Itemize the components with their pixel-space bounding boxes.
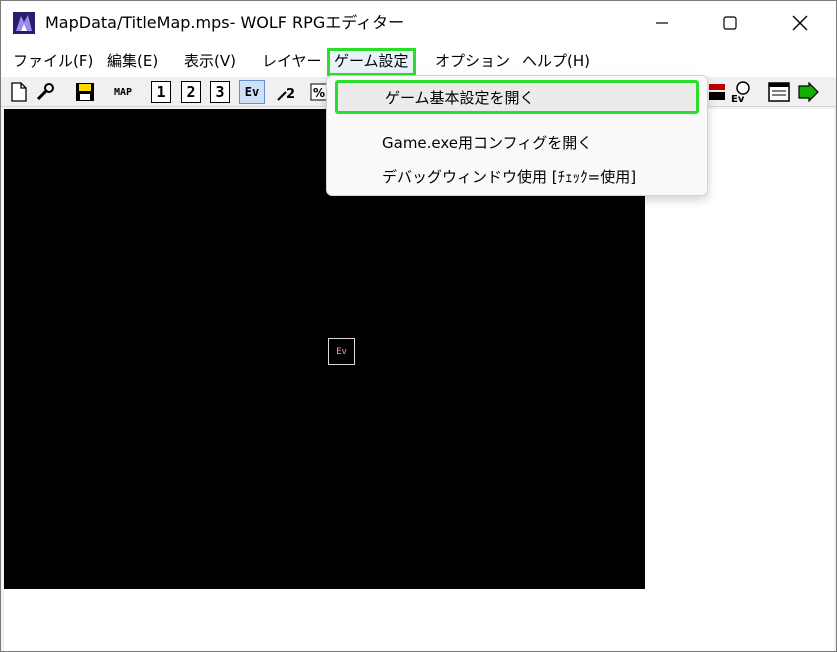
wrench-icon	[36, 83, 54, 101]
close-icon	[792, 15, 808, 31]
tools-button[interactable]	[33, 80, 57, 104]
open-game-exe-config-item[interactable]: Game.exe用コンフィグを開く	[335, 128, 699, 162]
event-marker[interactable]: Ev	[328, 338, 355, 365]
svg-text:%: %	[313, 86, 325, 100]
database-button[interactable]	[705, 80, 729, 104]
editor-window-button[interactable]	[767, 80, 791, 104]
layer-3-button[interactable]: 3	[210, 81, 230, 103]
minimize-button[interactable]	[633, 1, 691, 45]
wolf-app-icon	[13, 12, 35, 34]
title-bar: MapData/TitleMap.mps- WOLF RPGエディター	[1, 1, 836, 45]
open-game-basic-settings-item[interactable]: ゲーム基本設定を開く	[335, 80, 699, 114]
common-event-button[interactable]: Ev	[729, 80, 753, 104]
menu-file[interactable]: ファイル(F)	[9, 49, 97, 75]
save-button[interactable]	[73, 80, 97, 104]
menu-game-settings[interactable]: ゲーム設定	[327, 48, 416, 76]
app-window: MapData/TitleMap.mps- WOLF RPGエディター ファイル…	[0, 0, 837, 652]
layer-1-button[interactable]: 1	[151, 81, 171, 103]
menu-edit[interactable]: 編集(E)	[103, 49, 162, 75]
close-button[interactable]	[771, 1, 829, 45]
new-file-button[interactable]	[7, 80, 31, 104]
maximize-button[interactable]	[701, 1, 759, 45]
menu-help[interactable]: ヘルプ(H)	[518, 49, 594, 75]
maximize-icon	[723, 16, 737, 30]
minimize-icon	[656, 22, 668, 24]
common-event-icon: Ev	[731, 81, 750, 104]
play-arrow-icon	[798, 82, 819, 102]
zoom-button[interactable]: 2	[276, 80, 300, 104]
test-play-button[interactable]	[796, 80, 820, 104]
menu-options[interactable]: オプション	[431, 49, 514, 75]
new-file-icon	[11, 82, 27, 102]
menu-layer[interactable]: レイヤー	[258, 49, 326, 75]
game-settings-dropdown: ゲーム基本設定を開く Game.exe用コンフィグを開く デバッグウィンドウ使用…	[326, 75, 708, 196]
debug-window-item[interactable]: デバッグウィンドウ使用 [ﾁｪｯｸ=使用]	[335, 162, 699, 196]
window-title: MapData/TitleMap.mps- WOLF RPGエディター	[45, 13, 405, 32]
menu-bar: ファイル(F) 編集(E) 表示(V) レイヤー ゲーム設定 オプション ヘルプ…	[1, 45, 836, 77]
menu-view[interactable]: 表示(V)	[180, 49, 240, 75]
svg-text:2: 2	[286, 87, 295, 102]
zoom-icon: 2	[277, 87, 295, 102]
svg-text:Ev: Ev	[731, 94, 745, 104]
window-list-icon	[768, 82, 790, 102]
event-layer-button[interactable]: Ev	[239, 80, 265, 104]
save-icon	[76, 83, 94, 101]
map-button[interactable]: MAP	[110, 80, 136, 104]
database-icon	[709, 84, 725, 100]
layer-2-button[interactable]: 2	[181, 81, 201, 103]
